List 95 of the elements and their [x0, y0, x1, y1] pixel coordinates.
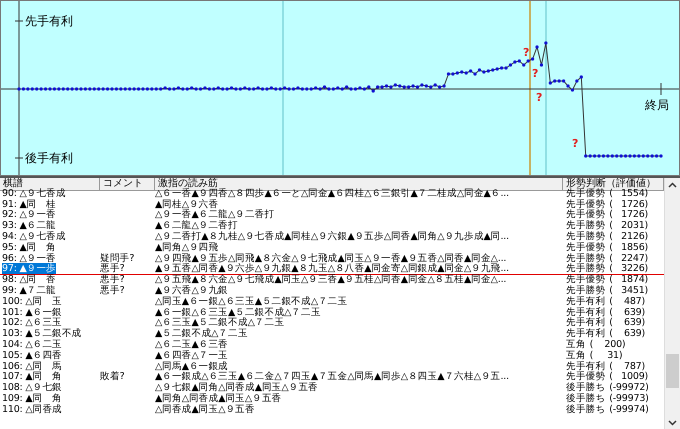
question-mark: ?	[572, 137, 578, 150]
score-cell-text: ( 1554)	[609, 188, 648, 200]
move-cell[interactable]: 100: △同 玉	[0, 296, 100, 308]
move-cell[interactable]: 104: △６二玉	[0, 340, 100, 351]
reading-line-cell: ▲９五香△同香▲９六歩△９九銀▲８九玉△８八香▲同金寄△同銀成▲同金△９九飛...	[155, 263, 509, 274]
reading-line-cell: ▲６一銀成△６三玉▲６二金△７四玉▲７五金△同馬▲同歩△８四玉▲７六桂△９五...	[155, 371, 509, 382]
move-cell[interactable]: 96: △９一香	[0, 254, 100, 264]
reading-line-cell: △同香成▲同玉△９五香	[155, 404, 255, 415]
judgment-cell-text: 先手有利	[566, 296, 606, 307]
judgment-cell-text: 先手有利	[566, 362, 606, 372]
score-cell-text: ( 639)	[609, 308, 646, 318]
reading-line-cell: △９五飛▲８六金△９七飛成▲同玉△９三香▲９五桂△同香▲同金△８五桂▲同金△...	[155, 274, 506, 286]
judgment-cell-text: 後手勝ち	[566, 383, 606, 394]
judgment-cell-text: 後手勝ち	[566, 394, 606, 404]
score-cell-text: (-99973)	[609, 394, 649, 404]
comment-cell: 疑問手?	[100, 252, 134, 264]
reading-line-cell: △９一香▲６二龍△９二香打	[155, 209, 274, 220]
score-cell-text: (-99972)	[609, 383, 649, 394]
score-cell-text: ( 787)	[609, 362, 646, 372]
judgment-cell-text: 先手有利	[566, 329, 606, 340]
move-cell[interactable]: 107: ▲同 角	[0, 372, 100, 384]
score-cell-text: ( 31)	[590, 350, 622, 361]
judgment-cell-text: 先手優勢	[566, 372, 606, 382]
judgment-cell-text: 先手優勢	[566, 200, 606, 210]
score-cell-text: ( 639)	[609, 329, 646, 340]
score-cell-text: ( 2247)	[609, 254, 648, 264]
reading-line-cell: △９七銀▲同角△同香成▲同玉△９五香	[155, 382, 318, 394]
move-cell[interactable]: 98: △同 香	[0, 275, 100, 286]
score-cell-text: ( 487)	[609, 296, 646, 308]
comment-cell: 悪手?	[100, 263, 124, 274]
judgment-cell-text: 先手有利	[566, 308, 606, 318]
reading-line-cell: △９二香打▲８九桂△９七香成▲同桂△９六銀▲９五歩△同香▲同角△９九歩成▲同...	[155, 230, 509, 242]
score-cell-text: ( 2031)	[609, 221, 648, 232]
move-cell[interactable]: 92: △９一香	[0, 210, 100, 222]
reading-line-cell: △６三玉▲５二銀不成△７二玉	[155, 317, 284, 328]
reading-line-cell: ▲９六香△９九銀	[155, 284, 228, 296]
score-cell-text: ( 1856)	[609, 242, 648, 254]
move-cell[interactable]: 95: ▲同 角	[0, 242, 100, 254]
move-cell[interactable]: 109: ▲同 角	[0, 394, 100, 405]
move-cell[interactable]: 106: △同 馬	[0, 362, 100, 372]
reading-line-cell: △６二玉▲６三香	[155, 338, 228, 350]
reading-line-cell: △同馬▲６一銀成	[155, 360, 228, 372]
score-cell-text: ( 3451)	[609, 286, 648, 296]
reading-line-cell: ▲同角△９四飛	[155, 242, 218, 253]
question-mark: ?	[536, 91, 542, 104]
move-cell[interactable]: 103: ▲５二銀不成	[0, 329, 100, 340]
score-cell-text: ( 1726)	[609, 200, 648, 210]
judgment-cell-text: 先手勝勢	[566, 254, 606, 264]
move-cell[interactable]: 99: ▲７二龍	[0, 286, 100, 297]
question-mark: ?	[523, 46, 530, 59]
game-end-label: 終局	[645, 97, 669, 114]
comment-cell: 悪手?	[100, 284, 124, 296]
score-cell-text: ( 639)	[609, 318, 646, 328]
judgment-cell-text: 互角	[566, 350, 586, 361]
reading-line-cell: ▲同角△同香成▲同玉△９五香	[155, 392, 282, 404]
sente-advantage-label: 先手有利	[25, 13, 73, 30]
reading-line-cell: ▲６一銀△６三玉▲５二銀不成△７二玉	[155, 306, 321, 318]
judgment-cell-text: 先手優勢	[566, 275, 606, 286]
reading-line-cell: △同玉▲６一銀△６三玉▲５二銀不成△７二玉	[155, 296, 348, 307]
score-cell-text: ( 1726)	[609, 210, 648, 220]
reading-line-cell: ▲５二銀不成△７二玉	[155, 328, 248, 340]
judgment-cell-text: 先手優勢	[566, 188, 606, 199]
score-cell-text: ( 1009)	[609, 372, 648, 382]
score-cell-text: ( 1874)	[609, 275, 648, 286]
question-mark: ?	[532, 67, 538, 80]
judgment-cell: 後手勝ち	[566, 404, 606, 416]
judgment-cell-text: 先手有利	[566, 318, 606, 328]
judgment-cell-text: 先手勝勢	[566, 221, 606, 232]
move-cell[interactable]: 108: △９七銀	[0, 383, 100, 394]
score-cell: (-99974)	[609, 404, 649, 416]
move-cell[interactable]: 110: △同香成	[0, 404, 100, 416]
judgment-cell-text: 互角	[566, 340, 586, 350]
gote-advantage-label: 後手有利	[25, 150, 73, 167]
move-cell[interactable]: 90: △９七香成	[0, 188, 100, 200]
move-cell[interactable]: 91: ▲同 桂	[0, 200, 100, 210]
move-cell[interactable]: 93: ▲６二龍	[0, 221, 100, 232]
judgment-cell-text: 先手勝勢	[566, 232, 606, 242]
judgment-cell: 先手勝勢	[566, 264, 606, 274]
move-cell[interactable]: 102: △６三玉	[0, 318, 100, 330]
move-cell[interactable]: 101: ▲６一銀	[0, 308, 100, 318]
reading-line-cell: ▲同桂△９六香	[155, 198, 218, 210]
comment-cell: 敗着?	[100, 371, 124, 382]
reading-line-cell: ▲６四香△７一玉	[155, 350, 228, 361]
reading-line-cell: ▲６二龍△９二香打	[155, 220, 238, 232]
move-cell[interactable]: 94: △９七香成	[0, 232, 100, 243]
move-cell[interactable]: 105: ▲６四香	[0, 350, 100, 362]
judgment-cell-text: 先手優勢	[566, 242, 606, 253]
column-header[interactable]: コメント	[100, 178, 155, 191]
judgment-cell-text: 先手勝勢	[566, 286, 606, 296]
reading-line-cell: △９四飛▲９五歩△同飛▲８六金△９七飛成▲同玉△９一香▲９五香△同香▲同金△...	[155, 252, 506, 264]
score-cell-text: ( 2126)	[609, 232, 648, 242]
score-cell: ( 3226)	[609, 264, 648, 274]
judgment-cell-text: 先手優勢	[566, 210, 606, 220]
comment-cell: 悪手?	[100, 274, 124, 286]
score-cell-text: ( 200)	[590, 340, 626, 350]
